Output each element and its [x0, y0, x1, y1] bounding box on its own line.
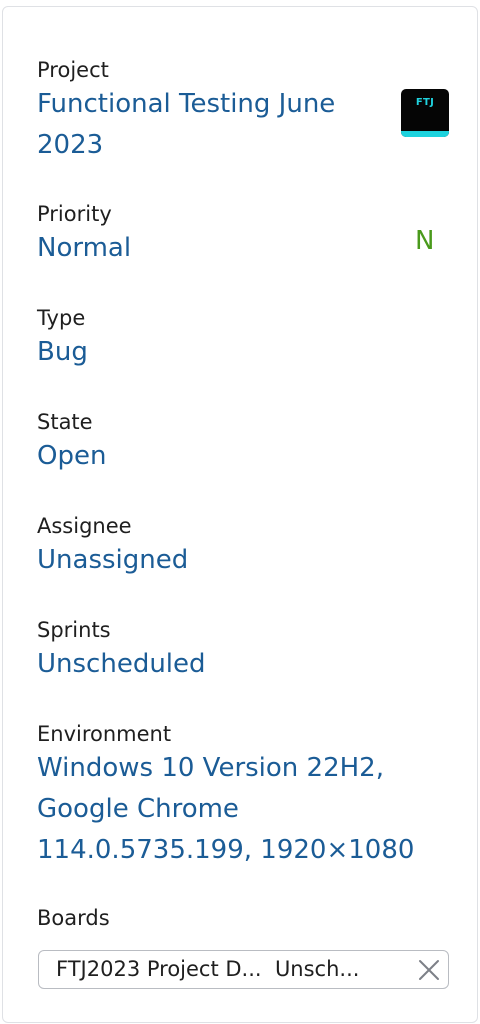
project-avatar-stripe [401, 131, 449, 137]
type-field: Type Bug [37, 304, 437, 373]
priority-value[interactable]: Normal [37, 228, 437, 269]
board-tag[interactable]: FTJ2023 Project D... Unsch... [38, 950, 449, 989]
boards-label: Boards [37, 906, 110, 930]
state-field: State Open [37, 408, 437, 477]
close-icon[interactable] [416, 957, 442, 983]
boards-field: Boards [37, 904, 437, 932]
priority-field: Priority Normal [37, 200, 437, 269]
sprints-field: Sprints Unscheduled [37, 616, 437, 685]
issue-fields-panel: Project Functional Testing June 2023 FTJ… [2, 6, 478, 1023]
type-value[interactable]: Bug [37, 332, 437, 373]
assignee-value[interactable]: Unassigned [37, 540, 437, 581]
assignee-label: Assignee [37, 514, 132, 538]
state-value[interactable]: Open [37, 436, 437, 477]
project-avatar-text: FTJ [415, 97, 435, 108]
project-label: Project [37, 58, 109, 82]
type-label: Type [37, 306, 86, 330]
board-tag-text: FTJ2023 Project D... Unsch... [56, 951, 359, 988]
sprints-label: Sprints [37, 618, 111, 642]
sprints-value[interactable]: Unscheduled [37, 644, 437, 685]
priority-label: Priority [37, 202, 112, 226]
assignee-field: Assignee Unassigned [37, 512, 437, 581]
project-value[interactable]: Functional Testing June 2023 [37, 84, 387, 166]
board-tag-board-name: FTJ2023 Project D... [56, 957, 262, 981]
priority-indicator: N [415, 226, 435, 256]
environment-label: Environment [37, 722, 172, 746]
project-field: Project Functional Testing June 2023 [37, 56, 437, 166]
board-tag-column: Unsch... [274, 957, 360, 981]
environment-value[interactable]: Windows 10 Version 22H2, Google Chrome 1… [37, 748, 437, 871]
environment-field: Environment Windows 10 Version 22H2, Goo… [37, 720, 437, 871]
state-label: State [37, 410, 93, 434]
project-avatar[interactable]: FTJ [401, 89, 449, 137]
